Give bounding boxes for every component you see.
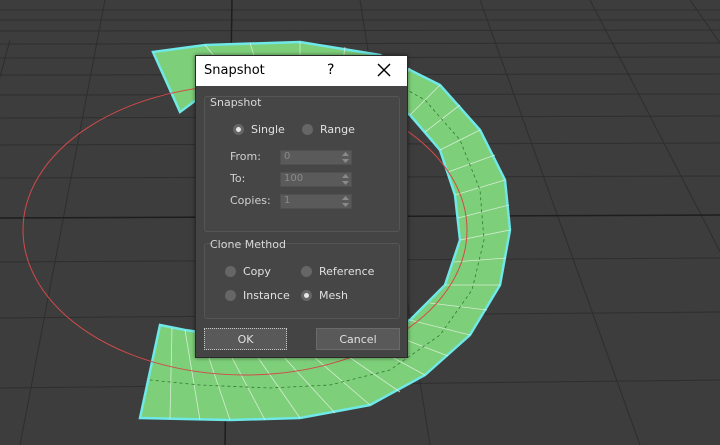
radio-reference-dot[interactable] xyxy=(301,266,312,277)
help-button[interactable]: ? xyxy=(327,62,334,78)
snapshot-dialog: Snapshot ? Snapshot Single Range From: 0… xyxy=(195,55,408,358)
to-value: 100 xyxy=(284,173,304,184)
radio-mesh-label: Mesh xyxy=(319,289,348,302)
ok-button[interactable]: OK xyxy=(204,328,287,350)
from-label: From: xyxy=(230,150,261,163)
radio-single-label: Single xyxy=(251,123,285,136)
spinner-arrows-icon[interactable] xyxy=(342,196,349,207)
radio-instance-label: Instance xyxy=(243,289,290,302)
copies-spinner[interactable]: 1 xyxy=(280,194,352,209)
clone-method-group xyxy=(204,243,400,319)
dialog-titlebar[interactable]: Snapshot ? xyxy=(196,56,407,86)
radio-copy[interactable]: Copy xyxy=(225,265,271,278)
spinner-arrows-icon[interactable] xyxy=(342,174,349,185)
copies-value: 1 xyxy=(284,195,291,206)
radio-range-dot[interactable] xyxy=(302,124,313,135)
radio-reference-label: Reference xyxy=(319,265,375,278)
radio-copy-dot[interactable] xyxy=(225,266,236,277)
cancel-button[interactable]: Cancel xyxy=(316,328,400,350)
radio-range[interactable]: Range xyxy=(302,123,355,136)
to-label: To: xyxy=(230,172,246,185)
close-icon[interactable] xyxy=(374,60,394,80)
radio-single[interactable]: Single xyxy=(233,123,285,136)
radio-copy-label: Copy xyxy=(243,265,271,278)
copies-label: Copies: xyxy=(230,194,271,207)
radio-range-label: Range xyxy=(320,123,355,136)
from-spinner[interactable]: 0 xyxy=(280,150,352,165)
radio-reference[interactable]: Reference xyxy=(301,265,374,278)
radio-instance-dot[interactable] xyxy=(225,290,236,301)
radio-mesh-dot[interactable] xyxy=(301,290,312,301)
clone-method-group-label: Clone Method xyxy=(210,238,286,251)
spinner-arrows-icon[interactable] xyxy=(342,152,349,163)
to-spinner[interactable]: 100 xyxy=(280,172,352,187)
from-value: 0 xyxy=(284,151,291,162)
radio-single-dot[interactable] xyxy=(233,124,244,135)
radio-mesh[interactable]: Mesh xyxy=(301,289,348,302)
snapshot-group-label: Snapshot xyxy=(210,96,262,109)
dialog-title: Snapshot xyxy=(204,63,265,78)
radio-instance[interactable]: Instance xyxy=(225,289,290,302)
